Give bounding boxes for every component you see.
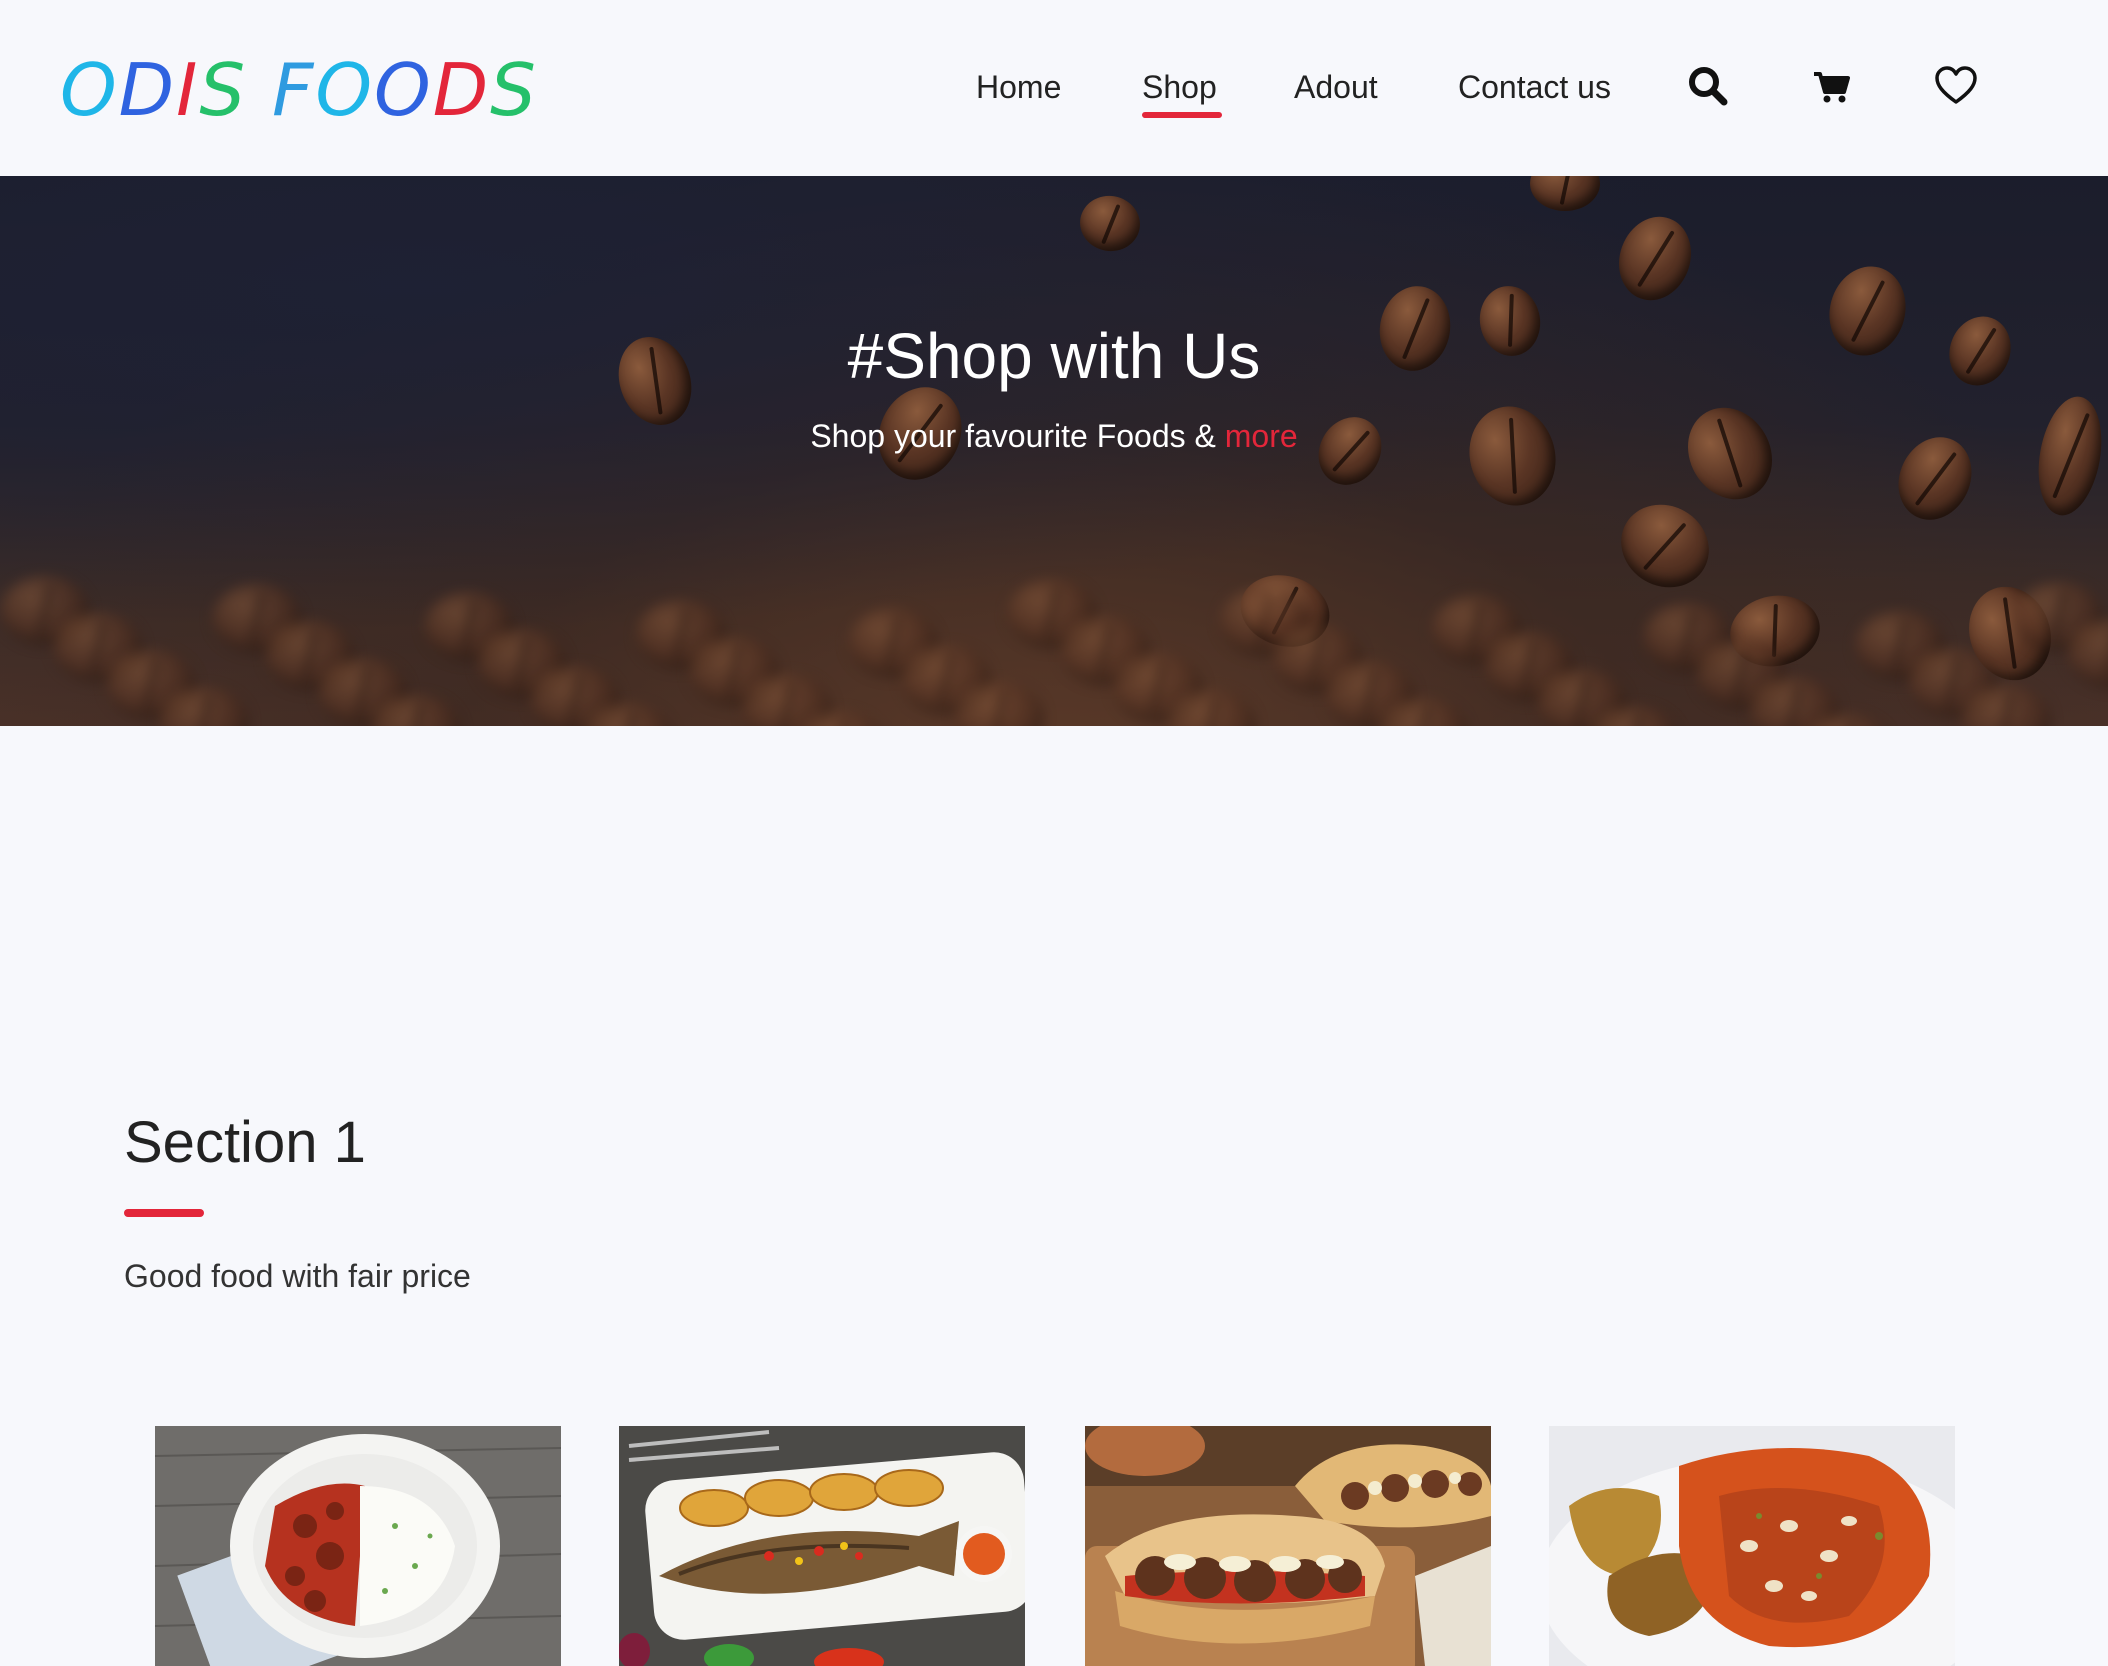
section-title-underline xyxy=(124,1209,204,1217)
hero-more-link[interactable]: more xyxy=(1225,418,1298,454)
logo-letter xyxy=(247,50,272,130)
coffee-bean xyxy=(1607,206,1703,311)
nav-shop[interactable]: Shop xyxy=(1142,62,1217,112)
coffee-bean xyxy=(1075,191,1145,256)
logo-letter: O xyxy=(60,48,119,132)
active-nav-indicator xyxy=(1142,112,1222,118)
heart-icon[interactable] xyxy=(1934,64,1978,108)
nav-home[interactable]: Home xyxy=(976,62,1061,112)
product-card-stew-and-rice[interactable] xyxy=(155,1426,561,1666)
section-title: Section 1 xyxy=(124,1110,366,1175)
logo-letter: O xyxy=(374,48,433,132)
brand-logo[interactable]: ODIS FOODS xyxy=(60,50,538,130)
cart-icon[interactable] xyxy=(1810,64,1854,108)
logo-letter: D xyxy=(432,48,491,132)
site-header: ODIS FOODS Home Shop Adout Contact us xyxy=(0,0,2108,176)
logo-letter: O xyxy=(315,48,375,132)
product-card-plantain-beans[interactable] xyxy=(1549,1426,1955,1666)
coffee-bean xyxy=(1606,488,1724,604)
logo-letter: I xyxy=(176,48,200,132)
product-image xyxy=(619,1426,1025,1666)
section-subtitle: Good food with fair price xyxy=(124,1258,471,1294)
nav-contact[interactable]: Contact us xyxy=(1458,62,1611,112)
logo-letter: F xyxy=(271,48,316,132)
hero-banner: #Shop with Us Shop your favourite Foods … xyxy=(0,176,2108,726)
logo-letter: D xyxy=(118,48,177,132)
hero-title: #Shop with Us xyxy=(847,320,1261,392)
nav-about[interactable]: Adout xyxy=(1294,62,1378,112)
logo-letter: S xyxy=(199,48,248,132)
product-image xyxy=(1085,1426,1491,1666)
hero-subtitle: Shop your favourite Foods & more xyxy=(0,414,2108,458)
logo-letter: S xyxy=(490,48,538,132)
search-icon[interactable] xyxy=(1686,64,1730,108)
product-card-grilled-fish[interactable] xyxy=(619,1426,1025,1666)
product-image xyxy=(155,1426,561,1666)
product-image xyxy=(1549,1426,1955,1666)
hero-subtitle-text: Shop your favourite Foods & xyxy=(810,418,1225,454)
product-card-meatball-sandwich[interactable] xyxy=(1085,1426,1491,1666)
coffee-bean xyxy=(1530,176,1600,211)
